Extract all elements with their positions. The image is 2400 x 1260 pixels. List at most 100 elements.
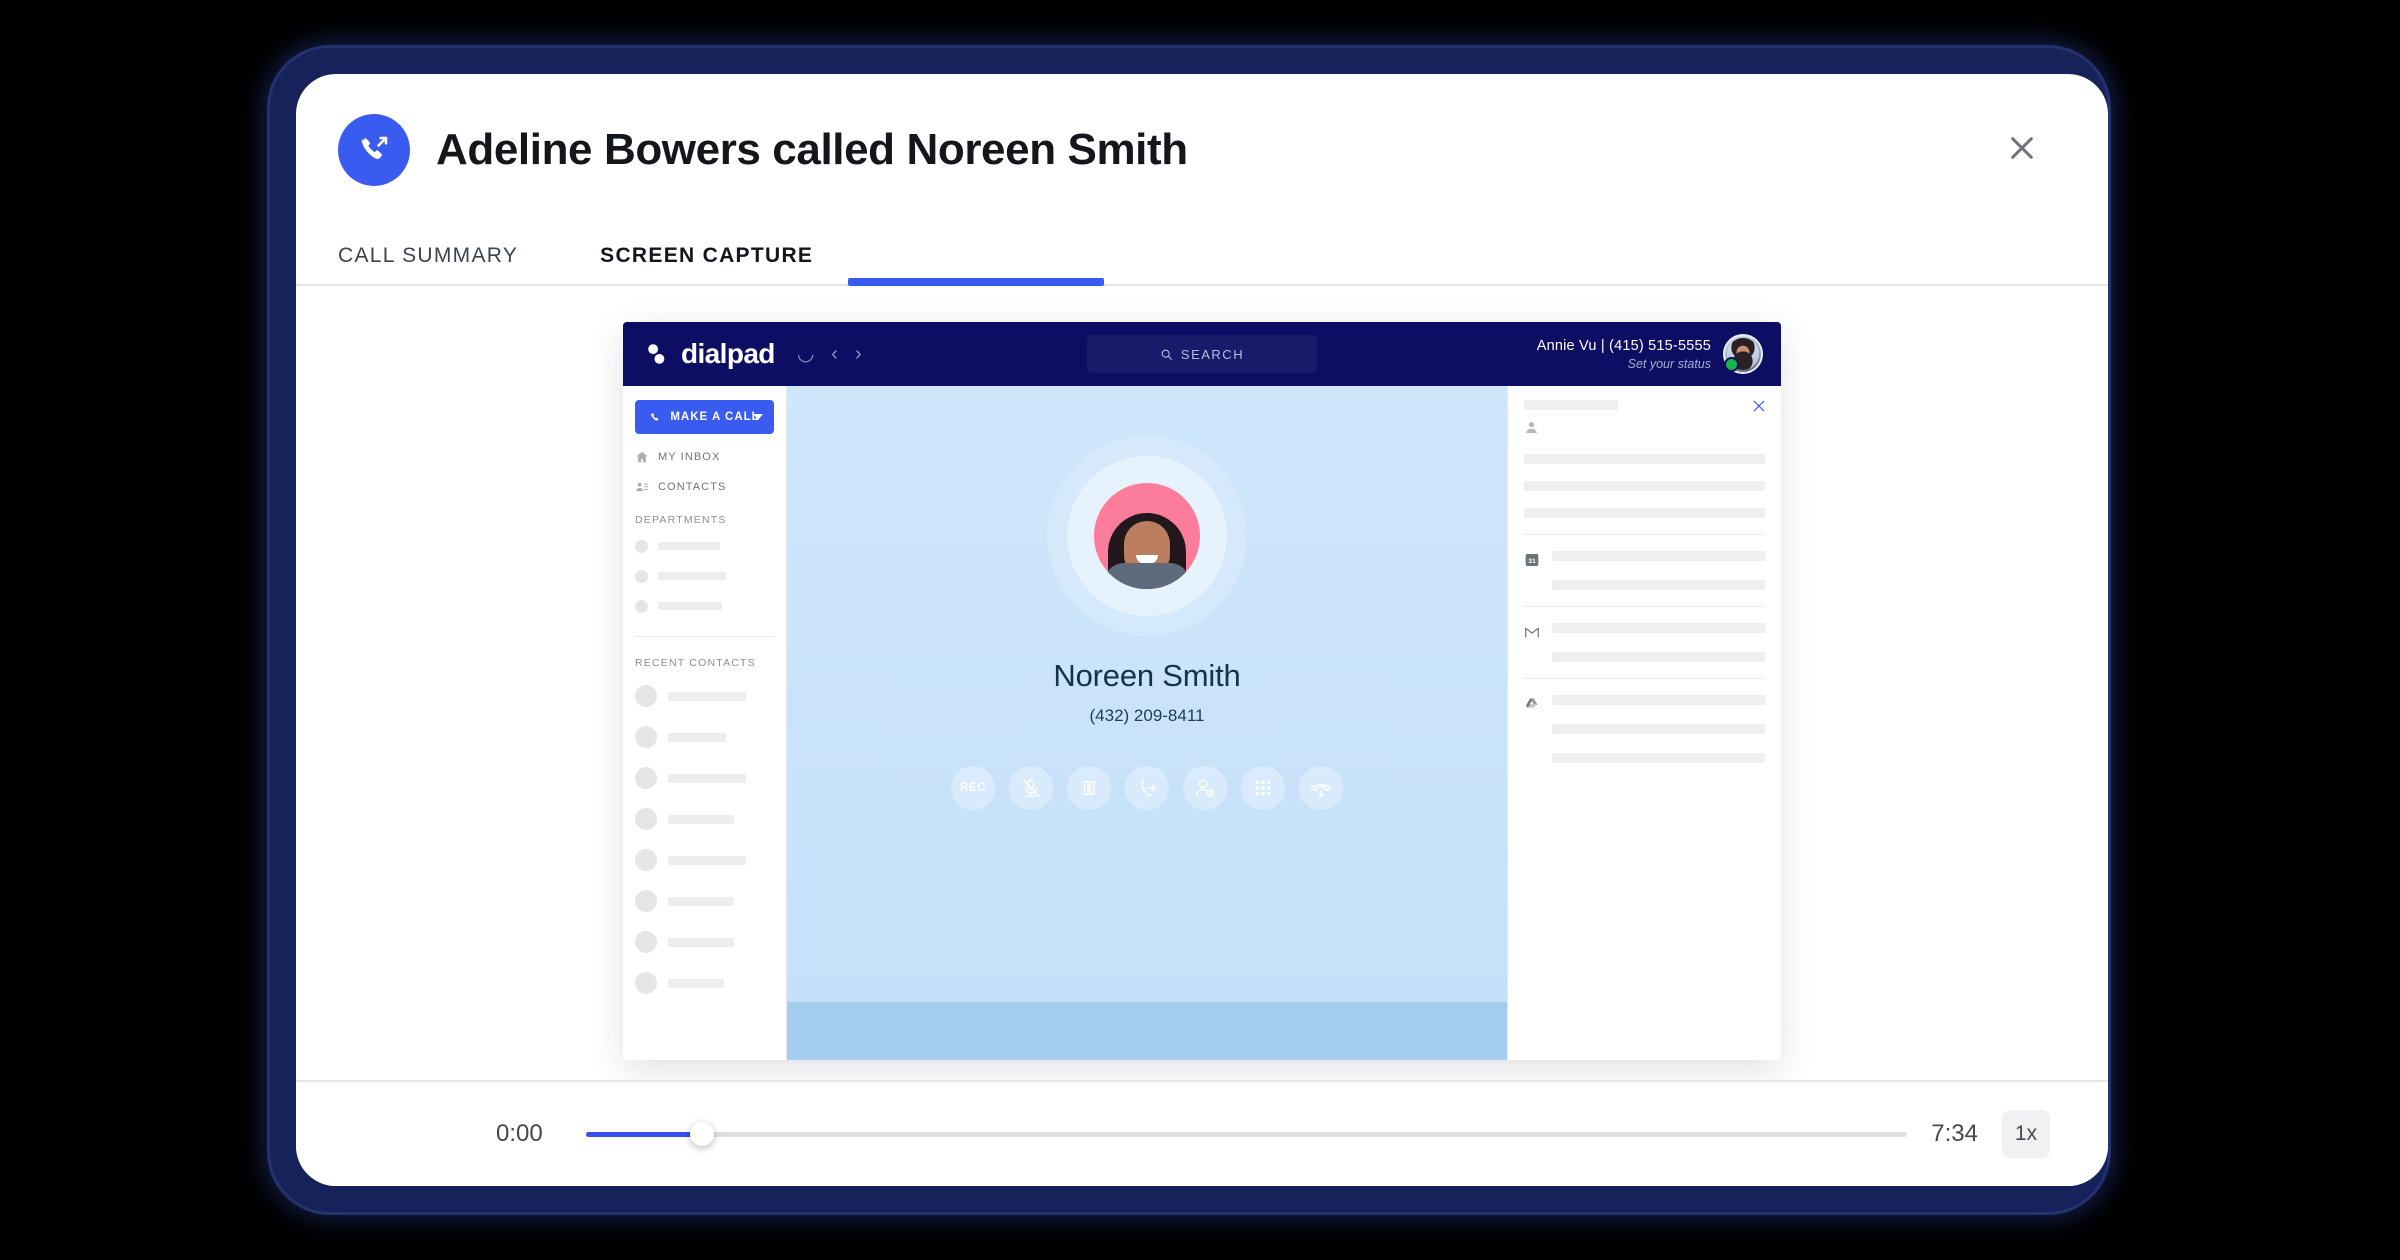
close-icon[interactable] xyxy=(2000,126,2044,170)
placeholder-bar xyxy=(668,814,734,824)
search-placeholder-label: SEARCH xyxy=(1180,346,1245,362)
keypad-button[interactable] xyxy=(1241,766,1285,810)
sidebar-divider xyxy=(635,636,774,637)
list-item[interactable] xyxy=(635,928,774,956)
person-icon xyxy=(1526,422,1537,434)
screen-capture-image: dialpad ◡ ‹ › SEARCH Annie Vu | (415) 51… xyxy=(623,322,1781,1060)
pause-icon xyxy=(1083,780,1095,796)
placeholder-bar xyxy=(668,896,734,906)
sidebar-item-label: CONTACTS xyxy=(658,481,727,493)
progress-fill xyxy=(586,1131,703,1137)
avatar xyxy=(635,931,657,953)
avatar xyxy=(635,808,657,830)
mute-button[interactable] xyxy=(1009,766,1053,810)
add-person-button[interactable] xyxy=(1183,766,1227,810)
contacts-icon xyxy=(636,482,649,492)
list-item[interactable] xyxy=(635,536,774,556)
placeholder-bar xyxy=(658,572,726,580)
hangup-icon xyxy=(1311,784,1331,797)
dialpad-navbar: dialpad ◡ ‹ › SEARCH Annie Vu | (415) 51… xyxy=(623,322,1781,386)
hold-button[interactable] xyxy=(1067,766,1111,810)
progress-slider[interactable] xyxy=(586,1122,1908,1146)
placeholder-bar xyxy=(668,691,746,701)
sidebar-item-my-inbox[interactable]: MY INBOX xyxy=(635,450,774,464)
call-panel-bottom-band xyxy=(787,1002,1507,1060)
page-title: Adeline Bowers called Noreen Smith xyxy=(436,125,1188,174)
list-item[interactable] xyxy=(635,723,774,751)
outbound-call-icon xyxy=(338,114,410,186)
list-item[interactable] xyxy=(635,846,774,874)
gmail-section xyxy=(1524,623,1765,662)
placeholder-bar xyxy=(1524,400,1618,410)
phone-icon xyxy=(651,412,659,421)
google-drive-icon xyxy=(1526,698,1538,708)
list-item[interactable] xyxy=(635,805,774,833)
home-icon xyxy=(636,451,648,463)
avatar xyxy=(635,599,648,613)
progress-track xyxy=(586,1131,1908,1137)
search-input[interactable]: SEARCH xyxy=(1087,335,1317,373)
google-calendar-icon: 31 xyxy=(1525,554,1539,566)
dialpad-mark-icon xyxy=(648,344,665,364)
placeholder-bar xyxy=(1552,695,1765,705)
list-item[interactable] xyxy=(635,566,774,586)
playback-speed-button[interactable]: 1x xyxy=(2002,1110,2050,1158)
set-status-label[interactable]: Set your status xyxy=(1537,357,1711,371)
placeholder-bar xyxy=(1552,652,1765,662)
sidebar-item-label: MY INBOX xyxy=(658,451,721,463)
make-a-call-button[interactable]: MAKE A CALL xyxy=(635,400,774,434)
placeholder-bar xyxy=(1552,580,1765,590)
recent-contacts-list xyxy=(635,682,774,997)
avatar[interactable] xyxy=(1723,334,1763,374)
dialpad-sidebar: MAKE A CALL MY INBOX CONTACTS DEPARTMENT… xyxy=(623,386,787,1060)
placeholder-bar xyxy=(658,542,720,550)
list-item[interactable] xyxy=(635,682,774,710)
headset-icon[interactable]: ◡ xyxy=(797,344,814,364)
placeholder-bar xyxy=(658,602,722,610)
avatar xyxy=(635,569,648,583)
forward-chevron-icon[interactable]: › xyxy=(855,344,862,364)
current-time-label: 0:00 xyxy=(496,1120,543,1147)
placeholder-bar xyxy=(1552,753,1765,763)
dialpad-logo[interactable]: dialpad xyxy=(645,338,775,370)
contact-name: Noreen Smith xyxy=(1053,658,1241,693)
hangup-button[interactable] xyxy=(1299,766,1343,810)
user-name-label: Annie Vu | (415) 515-5555 xyxy=(1536,337,1711,354)
user-menu[interactable]: Annie Vu | (415) 515-5555 Set your statu… xyxy=(1537,334,1763,374)
avatar xyxy=(635,726,657,748)
active-call-panel: Noreen Smith (432) 209-8411 REC xyxy=(787,386,1507,1060)
placeholder-bar xyxy=(1524,454,1765,464)
list-item[interactable] xyxy=(635,887,774,915)
tab-call-summary[interactable]: CALL SUMMARY xyxy=(338,244,546,286)
close-icon[interactable] xyxy=(1751,398,1767,419)
panel-divider xyxy=(1524,534,1765,535)
svg-text:31: 31 xyxy=(1528,558,1536,565)
placeholder-bar xyxy=(1552,623,1765,633)
list-item[interactable] xyxy=(635,596,774,616)
list-item[interactable] xyxy=(635,969,774,997)
avatar xyxy=(635,849,657,871)
back-chevron-icon[interactable]: ‹ xyxy=(831,344,838,364)
placeholder-bar xyxy=(1552,551,1765,561)
departments-list xyxy=(635,536,774,616)
recent-contacts-header: RECENT CONTACTS xyxy=(635,657,756,669)
keypad-icon xyxy=(1255,780,1271,796)
avatar xyxy=(635,890,657,912)
dialpad-body: MAKE A CALL MY INBOX CONTACTS DEPARTMENT… xyxy=(623,386,1781,1060)
record-button[interactable]: REC xyxy=(951,766,995,810)
placeholder-bar xyxy=(668,732,726,742)
list-item[interactable] xyxy=(635,764,774,792)
sidebar-item-contacts[interactable]: CONTACTS xyxy=(635,480,774,494)
transfer-button[interactable] xyxy=(1125,766,1169,810)
placeholder-bar xyxy=(1552,724,1765,734)
avatar xyxy=(635,767,657,789)
avatar xyxy=(635,972,657,994)
mic-muted-icon xyxy=(1022,779,1040,797)
gmail-icon xyxy=(1525,627,1539,638)
avatar xyxy=(635,685,657,707)
modal-window: Adeline Bowers called Noreen Smith CALL … xyxy=(296,74,2108,1186)
tab-screen-capture[interactable]: SCREEN CAPTURE xyxy=(600,244,841,286)
chevron-down-icon[interactable] xyxy=(753,414,763,420)
progress-thumb[interactable] xyxy=(690,1122,715,1146)
contact-avatar xyxy=(1094,483,1200,589)
